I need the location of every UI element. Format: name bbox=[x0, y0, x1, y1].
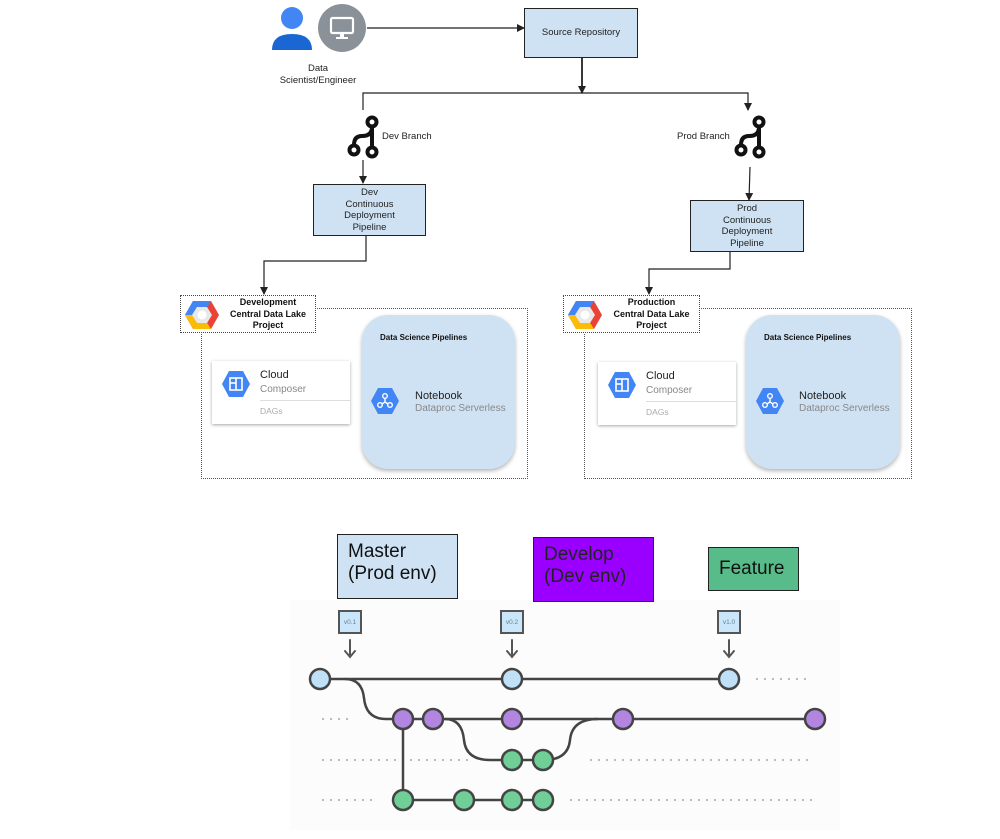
tag-arrow-icon bbox=[506, 639, 518, 659]
tag-arrow-icon bbox=[344, 639, 356, 659]
commit-node-feature-2 bbox=[391, 788, 415, 812]
tag-arrow-icon bbox=[723, 639, 735, 659]
commit-node-feature-2 bbox=[452, 788, 476, 812]
commit-node-develop bbox=[500, 707, 524, 731]
commit-node-feature-2 bbox=[531, 788, 555, 812]
commit-node-master bbox=[308, 667, 332, 691]
commit-node-feature-1 bbox=[531, 748, 555, 772]
feature1-branch-curve bbox=[444, 717, 599, 762]
commit-node-feature-2 bbox=[500, 788, 524, 812]
commit-node-master bbox=[500, 667, 524, 691]
git-graph bbox=[308, 639, 827, 812]
commit-node-develop bbox=[803, 707, 827, 731]
commit-node-develop bbox=[611, 707, 635, 731]
commit-node-develop bbox=[391, 707, 415, 731]
commit-node-master bbox=[717, 667, 741, 691]
continuation-dots bbox=[322, 678, 812, 801]
commit-node-feature-1 bbox=[500, 748, 524, 772]
commit-node-develop bbox=[421, 707, 445, 731]
